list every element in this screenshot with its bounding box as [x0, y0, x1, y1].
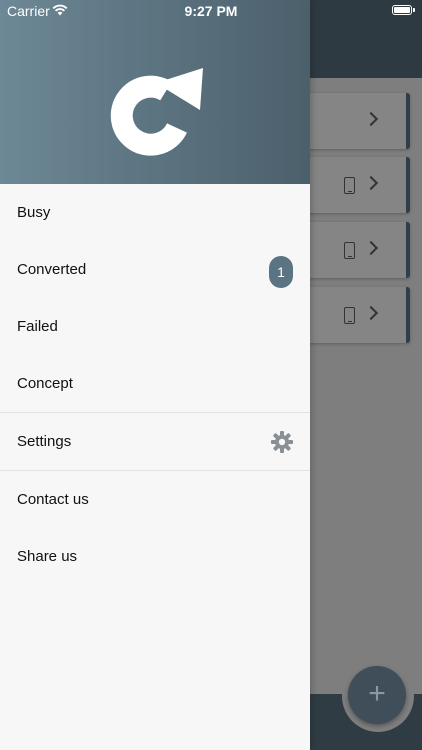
drawer-menu: Busy Converted 1 Failed Concept Settings: [0, 184, 310, 585]
chevron-right-icon: [363, 111, 379, 127]
background-card[interactable]: [300, 93, 410, 149]
background-card[interactable]: [300, 222, 410, 278]
menu-item-label: Busy: [17, 204, 51, 221]
chevron-right-icon: [363, 305, 379, 321]
status-time: 9:27 PM: [184, 3, 238, 19]
phone-icon: [344, 242, 355, 259]
drawer-header: [0, 0, 310, 184]
menu-item-label: Failed: [17, 318, 58, 335]
background-card[interactable]: [300, 157, 410, 213]
chevron-right-icon: [363, 175, 379, 191]
status-bar: Carrier 9:27 PM: [0, 0, 422, 22]
gear-icon: [271, 431, 293, 453]
menu-item-busy[interactable]: Busy: [0, 184, 310, 241]
refresh-arrow-logo-icon: [110, 68, 203, 156]
menu-item-label: Settings: [17, 433, 72, 450]
menu-item-contact-us[interactable]: Contact us: [0, 471, 310, 528]
menu-item-label: Share us: [17, 548, 78, 565]
menu-item-settings[interactable]: Settings: [0, 413, 310, 470]
phone-icon: [344, 177, 355, 194]
battery-icon: [392, 5, 415, 15]
add-fab-button[interactable]: +: [348, 666, 406, 724]
menu-item-converted[interactable]: Converted 1: [0, 241, 310, 298]
menu-item-label: Contact us: [17, 491, 89, 508]
menu-item-share-us[interactable]: Share us: [0, 528, 310, 585]
menu-item-failed[interactable]: Failed: [0, 298, 310, 355]
menu-item-label: Converted: [17, 261, 87, 278]
background-card[interactable]: [300, 287, 410, 343]
count-badge: 1: [269, 256, 293, 288]
menu-item-label: Concept: [17, 375, 73, 392]
phone-icon: [344, 307, 355, 324]
chevron-right-icon: [363, 240, 379, 256]
menu-item-concept[interactable]: Concept: [0, 355, 310, 412]
side-drawer: Busy Converted 1 Failed Concept Settings: [0, 0, 310, 750]
